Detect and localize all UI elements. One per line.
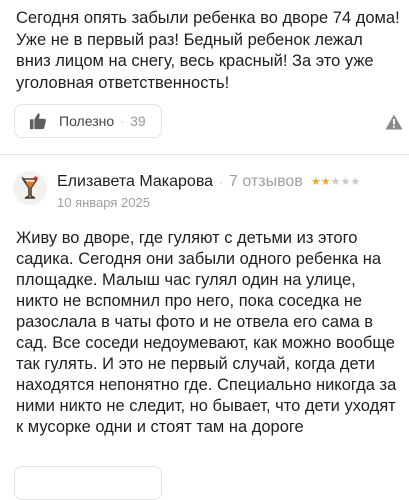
author-name[interactable]: Елизавета Макарова [57, 173, 213, 191]
review-text: Сегодня опять забыли ребенка во дворе 74… [16, 9, 400, 92]
review-card: Елизавета Макарова · 7 отзывов ★ ★ ★ ★ ★… [0, 155, 409, 478]
star-empty-icon: ★ [330, 175, 341, 188]
author-row: Елизавета Макарова · 7 отзывов ★ ★ ★ ★ ★ [57, 173, 360, 191]
author-review-count[interactable]: 7 отзывов [229, 173, 303, 191]
cocktail-glass-avatar[interactable] [13, 171, 47, 205]
helpful-button[interactable] [14, 466, 162, 500]
review-card: Сегодня опять забыли ребенка во дворе 74… [0, 0, 409, 155]
separator-dot: · [219, 175, 224, 189]
rating-stars: ★ ★ ★ ★ ★ [310, 175, 361, 188]
helpful-label: Полезно [59, 113, 115, 129]
review-text: Живу во дворе, где гуляют с детьми из эт… [16, 229, 397, 436]
helpful-count: 39 [130, 113, 146, 129]
helpful-button[interactable]: Полезно · 39 [14, 104, 162, 138]
warning-triangle-icon[interactable] [385, 114, 403, 130]
avatar-image [13, 171, 47, 205]
review-date: 10 января 2025 [57, 195, 150, 210]
star-filled-icon: ★ [310, 175, 321, 188]
star-empty-icon: ★ [340, 175, 351, 188]
star-filled-icon: ★ [320, 175, 331, 188]
star-empty-icon: ★ [350, 175, 361, 188]
separator-dot: · [120, 114, 125, 128]
thumbs-up-icon [29, 113, 46, 130]
